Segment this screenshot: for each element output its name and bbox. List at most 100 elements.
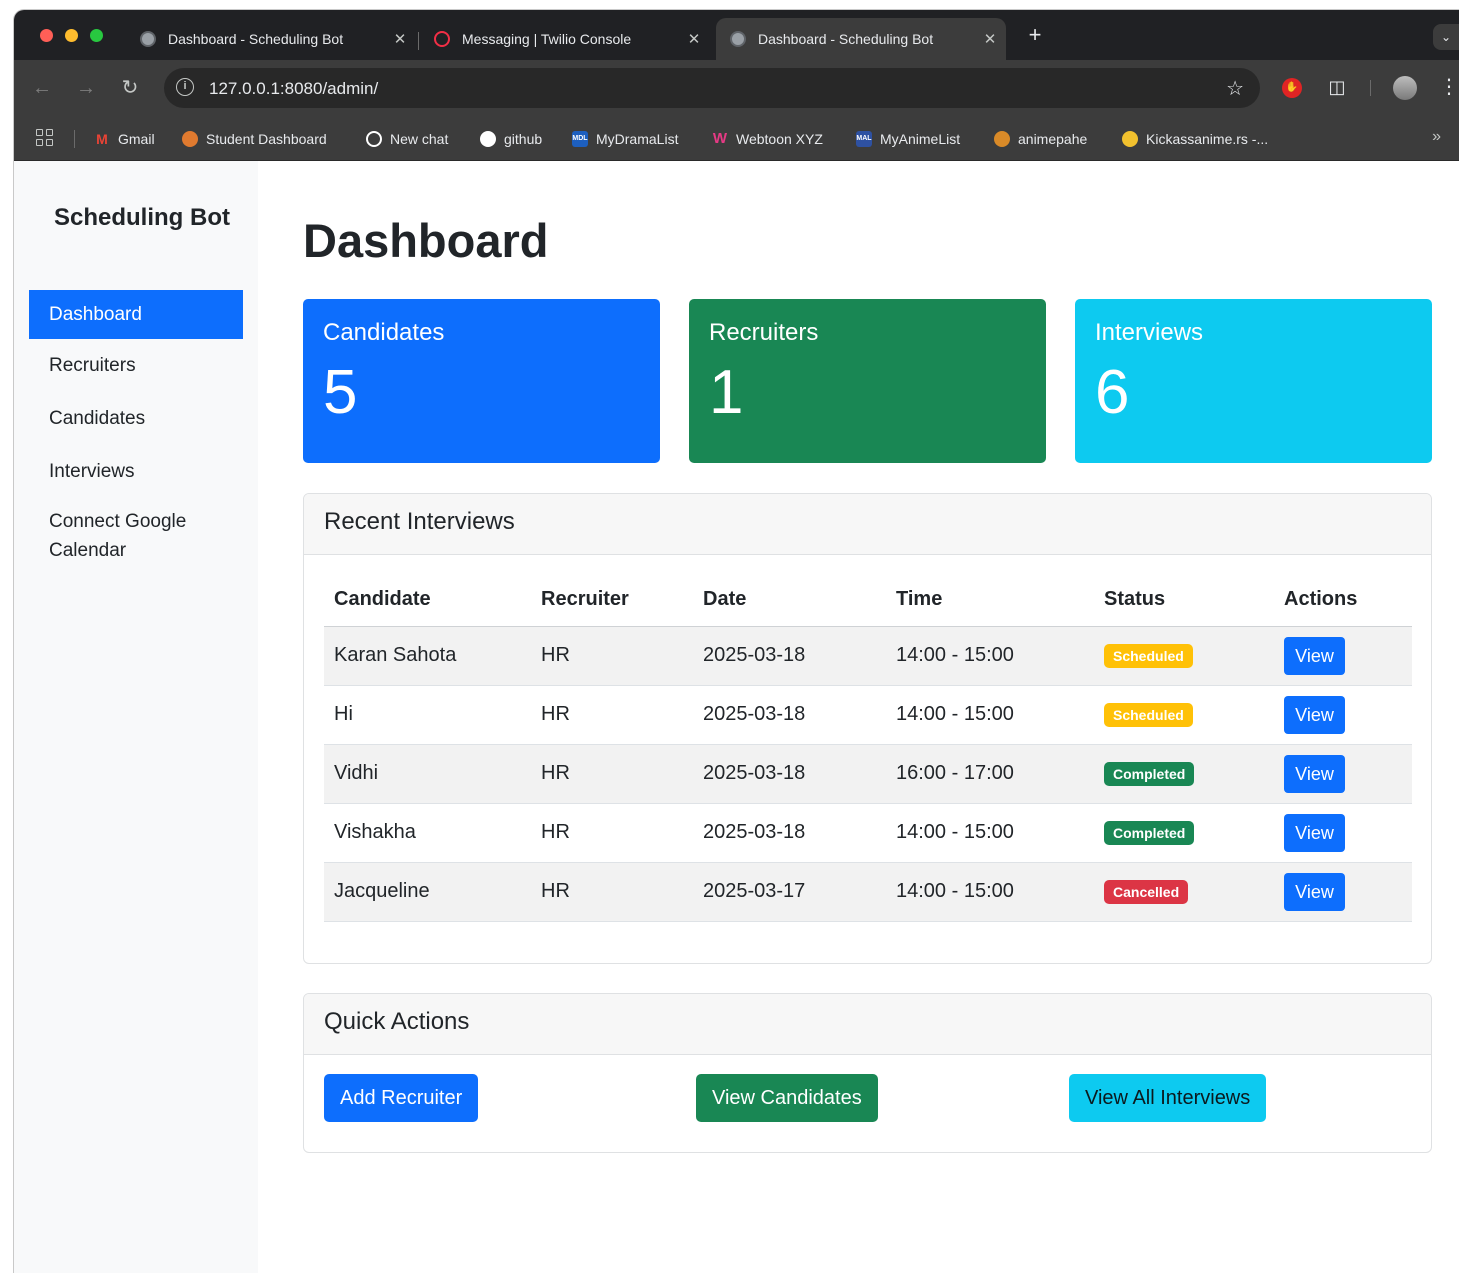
bookmarks-bar: M Gmail Student Dashboard New chat githu… (14, 116, 1459, 161)
browser-tab-dashboard[interactable]: Dashboard - Scheduling Bot ✕ (126, 18, 416, 60)
view-button[interactable]: View (1284, 636, 1345, 675)
cell-actions: View (1274, 744, 1412, 804)
column-header-actions: Actions (1274, 574, 1412, 627)
stat-value: 6 (1095, 358, 1130, 427)
bookmark-kickassanime[interactable]: Kickassanime.rs -... (1122, 129, 1268, 149)
bookmark-gmail[interactable]: M Gmail (94, 129, 154, 149)
tab-search-chevron-icon[interactable]: ⌄ (1433, 24, 1459, 50)
webtoon-icon: W (712, 130, 728, 147)
bookmark-github[interactable]: github (480, 129, 542, 149)
table-row: Karan Sahota HR 2025-03-18 14:00 - 15:00… (324, 626, 1412, 686)
stat-label: Candidates (323, 319, 445, 346)
bookmark-animepahe[interactable]: animepahe (994, 129, 1087, 149)
more-bookmarks-chevron-icon[interactable]: » (1432, 128, 1441, 146)
sidebar-item-dashboard[interactable]: Dashboard (29, 290, 243, 339)
kickassanime-icon (1122, 131, 1138, 147)
view-candidates-button[interactable]: View Candidates (696, 1074, 878, 1122)
table-row: Vishakha HR 2025-03-18 14:00 - 15:00 Com… (324, 803, 1412, 863)
cell-actions: View (1274, 803, 1412, 863)
cell-candidate: Vishakha (324, 803, 531, 863)
extensions-puzzle-icon[interactable]: ◫ (1326, 76, 1348, 98)
close-tab-icon[interactable]: ✕ (684, 30, 704, 48)
bookmark-new-chat[interactable]: New chat (366, 129, 448, 149)
cell-recruiter: HR (531, 862, 693, 922)
bookmarks-divider (74, 130, 75, 148)
sidebar-nav: Dashboard Recruiters Candidates Intervie… (29, 290, 243, 577)
bookmark-webtoon-xyz[interactable]: W Webtoon XYZ (712, 129, 823, 149)
bookmark-mydramalist[interactable]: MDL MyDramaList (572, 129, 678, 149)
cell-date: 2025-03-17 (693, 862, 886, 922)
cell-candidate: Vidhi (324, 744, 531, 804)
twilio-icon (434, 31, 450, 47)
profile-avatar[interactable] (1393, 76, 1417, 100)
stat-card-recruiters: Recruiters 1 (689, 299, 1046, 463)
minimize-window-button[interactable] (65, 29, 78, 42)
tab-title: Messaging | Twilio Console (462, 31, 632, 47)
bookmark-label: New chat (390, 131, 449, 147)
bookmark-myanimelist[interactable]: MAL MyAnimeList (856, 129, 960, 149)
sidebar-item-recruiters[interactable]: Recruiters (29, 339, 243, 392)
back-arrow-icon[interactable]: ← (28, 74, 56, 102)
toolbar-divider (1370, 80, 1371, 96)
bookmark-label: Kickassanime.rs -... (1146, 131, 1269, 147)
cell-status: Completed (1094, 803, 1274, 863)
sidebar-item-connect-google-calendar[interactable]: Connect Google Calendar (29, 498, 243, 577)
apps-grid-icon[interactable] (36, 129, 54, 147)
mydramalist-icon: MDL (572, 131, 588, 147)
cell-time: 14:00 - 15:00 (886, 862, 1094, 922)
student-dashboard-icon (182, 131, 198, 147)
table-header-row: Candidate Recruiter Date Time Status Act… (324, 574, 1412, 627)
stat-value: 1 (709, 358, 744, 427)
add-recruiter-button[interactable]: Add Recruiter (324, 1074, 479, 1122)
tab-divider (418, 32, 419, 50)
sidebar-item-candidates[interactable]: Candidates (29, 392, 243, 445)
view-button[interactable]: View (1284, 754, 1345, 793)
browser-tab-dashboard-active[interactable]: Dashboard - Scheduling Bot ✕ (716, 18, 1006, 60)
view-button[interactable]: View (1284, 813, 1345, 852)
cell-actions: View (1274, 862, 1412, 922)
card-title: Recent Interviews (304, 494, 1431, 555)
bookmark-star-icon[interactable]: ☆ (1226, 76, 1244, 101)
cell-date: 2025-03-18 (693, 744, 886, 804)
github-icon (480, 131, 496, 147)
column-header-time: Time (886, 574, 1094, 627)
sidebar-item-interviews[interactable]: Interviews (29, 445, 243, 498)
forward-arrow-icon[interactable]: → (72, 74, 100, 102)
status-badge: Completed (1104, 820, 1195, 845)
browser-tab-twilio[interactable]: Messaging | Twilio Console ✕ (420, 18, 710, 60)
address-bar[interactable]: i 127.0.0.1:8080/admin/ ☆ (164, 68, 1260, 108)
cell-date: 2025-03-18 (693, 685, 886, 745)
adblock-extension-icon[interactable]: ✋ (1282, 78, 1302, 98)
reload-icon[interactable]: ↻ (116, 74, 144, 102)
column-header-status: Status (1094, 574, 1274, 627)
close-window-button[interactable] (40, 29, 53, 42)
browser-toolbar: ← → ↻ i 127.0.0.1:8080/admin/ ☆ ✋ ◫ ⋮ (14, 60, 1459, 116)
column-header-candidate: Candidate (324, 574, 531, 627)
bookmark-student-dashboard[interactable]: Student Dashboard (182, 129, 327, 149)
status-badge: Completed (1104, 761, 1195, 786)
browser-menu-icon[interactable]: ⋮ (1439, 74, 1459, 99)
cell-recruiter: HR (531, 803, 693, 863)
cell-time: 14:00 - 15:00 (886, 803, 1094, 863)
stat-card-candidates: Candidates 5 (303, 299, 660, 463)
view-button[interactable]: View (1284, 695, 1345, 734)
view-button[interactable]: View (1284, 872, 1345, 911)
new-tab-button[interactable]: + (1020, 22, 1050, 48)
cell-time: 14:00 - 15:00 (886, 685, 1094, 745)
close-tab-icon[interactable]: ✕ (390, 30, 410, 48)
cell-candidate: Jacqueline (324, 862, 531, 922)
bookmark-label: animepahe (1018, 131, 1088, 147)
site-info-icon[interactable]: i (176, 78, 194, 96)
view-all-interviews-button[interactable]: View All Interviews (1069, 1074, 1267, 1122)
maximize-window-button[interactable] (90, 29, 103, 42)
url-text[interactable]: 127.0.0.1:8080/admin/ (209, 79, 378, 99)
close-tab-icon[interactable]: ✕ (980, 30, 1000, 48)
openai-icon (366, 131, 382, 147)
bookmark-label: MyDramaList (596, 131, 679, 147)
stat-label: Interviews (1095, 319, 1204, 346)
bookmark-label: github (504, 131, 543, 147)
bookmark-label: Webtoon XYZ (736, 131, 823, 147)
cell-status: Scheduled (1094, 685, 1274, 745)
stat-card-interviews: Interviews 6 (1075, 299, 1432, 463)
tab-strip: Dashboard - Scheduling Bot ✕ Messaging |… (14, 10, 1459, 60)
